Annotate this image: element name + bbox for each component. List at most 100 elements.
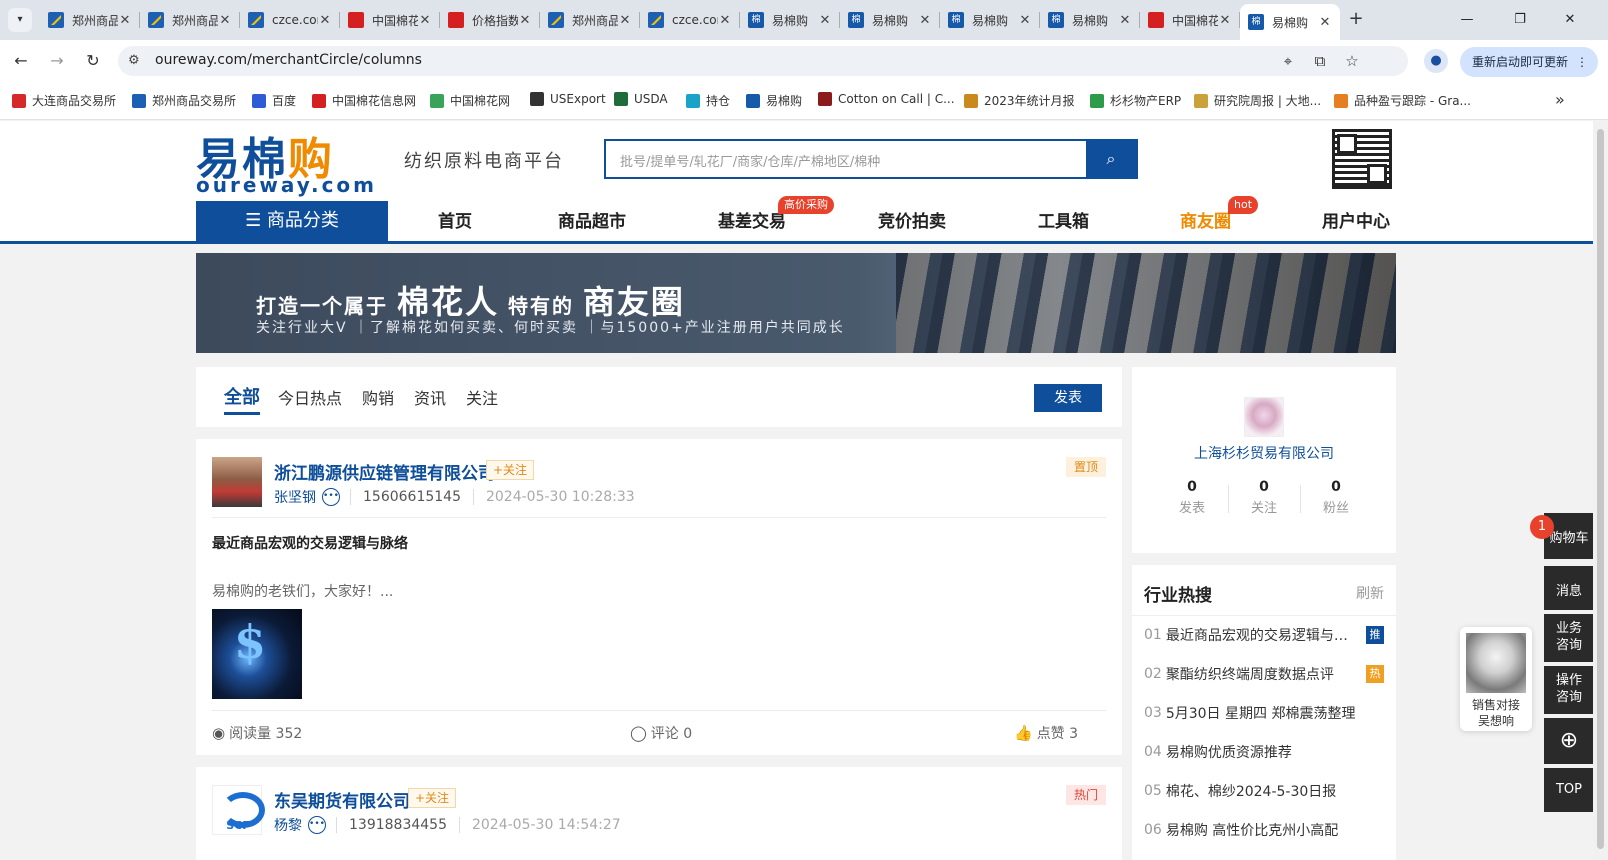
tab-close-icon[interactable]: ✕ xyxy=(1318,15,1332,30)
business-consult-button[interactable]: 业务咨询 xyxy=(1544,614,1593,662)
stat-following[interactable]: 0 关注 xyxy=(1228,479,1300,516)
browser-tab[interactable]: 棉易棉购 ✕ xyxy=(1040,6,1140,34)
stat-posts[interactable]: 0 发表 xyxy=(1156,479,1228,516)
minimize-button[interactable]: — xyxy=(1452,8,1482,32)
tab-close-icon[interactable]: ✕ xyxy=(118,13,132,28)
browser-tab[interactable]: 棉易棉购 ✕ xyxy=(840,6,940,34)
bookmark-item[interactable]: 品种盈亏跟踪 - Gra... xyxy=(1334,92,1471,109)
author-avatar[interactable] xyxy=(212,785,265,835)
chat-icon[interactable]: ••• xyxy=(308,816,326,834)
browser-tab[interactable]: czce.com.cn✕ xyxy=(640,6,740,34)
tab-following[interactable]: 关注 xyxy=(466,385,498,409)
new-tab-button[interactable]: + xyxy=(1344,8,1368,32)
bookmark-item[interactable]: 研究院周报 | 大地... xyxy=(1194,92,1321,109)
browser-tab[interactable]: 郑州商品交易所✕ xyxy=(540,6,640,34)
search-button[interactable]: ⌕ xyxy=(1086,141,1136,177)
author-avatar[interactable] xyxy=(212,457,262,507)
browser-tab[interactable]: 郑州商品交易所✕ xyxy=(140,6,240,34)
tab-close-icon[interactable]: ✕ xyxy=(218,13,232,28)
browser-tab[interactable]: 中国棉花信息网✕ xyxy=(340,6,440,34)
stat-fans[interactable]: 0 粉丝 xyxy=(1300,479,1372,516)
tab-all[interactable]: 全部 xyxy=(224,383,260,415)
browser-tab[interactable]: czce.com.cn✕ xyxy=(240,6,340,34)
post-button[interactable]: 发表 xyxy=(1034,384,1102,412)
maximize-button[interactable]: ❐ xyxy=(1505,8,1535,32)
bookmark-item[interactable]: 杉杉物产ERP xyxy=(1090,92,1181,109)
reload-button[interactable]: ↻ xyxy=(82,50,104,72)
bookmark-item[interactable]: USExport xyxy=(530,92,606,106)
tab-close-icon[interactable]: ✕ xyxy=(518,13,532,28)
tab-close-icon[interactable]: ✕ xyxy=(618,13,632,28)
tab-close-icon[interactable]: ✕ xyxy=(318,13,332,28)
message-button[interactable]: 消息 xyxy=(1544,566,1593,610)
nav-home[interactable]: 首页 xyxy=(438,207,472,232)
profile-name[interactable]: 上海杉杉贸易有限公司 xyxy=(1132,443,1396,463)
bookmark-item[interactable]: 易棉购 xyxy=(746,92,802,109)
nav-auction[interactable]: 竞价拍卖 xyxy=(878,207,946,232)
author-name[interactable]: 杨黎 xyxy=(274,815,302,835)
browser-tab[interactable]: 棉易棉购 ✕ xyxy=(740,6,840,34)
back-button[interactable]: ← xyxy=(10,50,32,72)
tab-search-dropdown-icon[interactable]: ▾ xyxy=(8,8,32,32)
hot-search-item[interactable]: 05 棉花、棉纱2024-5-30日报 xyxy=(1144,781,1384,801)
zoom-search-icon[interactable]: ⊕ xyxy=(1544,718,1593,764)
browser-tab[interactable]: 郑州商品交易所✕ xyxy=(40,6,140,34)
company-name[interactable]: 浙江鹏源供应链管理有限公司 xyxy=(274,459,495,484)
company-name[interactable]: 东吴期货有限公司 xyxy=(274,787,410,812)
omnibox[interactable]: ⚙ oureway.com/merchantCircle/columns ⌖ ⧉… xyxy=(118,46,1408,76)
hot-search-item[interactable]: 04 易棉购优质资源推荐 xyxy=(1144,742,1384,762)
company-avatar[interactable] xyxy=(1244,397,1284,437)
hot-search-item[interactable]: 06 易棉购 高性价比克州小高配 xyxy=(1144,820,1384,840)
post-title[interactable]: 最近商品宏观的交易逻辑与脉络 xyxy=(212,533,408,553)
refresh-button[interactable]: 刷新 xyxy=(1356,583,1384,603)
tab-close-icon[interactable]: ✕ xyxy=(718,13,732,28)
bookmarks-overflow-icon[interactable]: » xyxy=(1555,90,1565,109)
browser-tab[interactable]: 价格指数 ✕ xyxy=(440,6,540,34)
browser-tab[interactable]: 棉易棉购 ✕ xyxy=(940,6,1040,34)
post-excerpt[interactable]: 易棉购的老铁们，大家好！... xyxy=(212,581,393,601)
operation-consult-button[interactable]: 操作咨询 xyxy=(1544,666,1593,714)
bookmark-item[interactable]: 大连商品交易所 xyxy=(12,92,116,109)
category-menu-button[interactable]: ☰ 商品分类 xyxy=(196,201,388,241)
bookmark-item[interactable]: 郑州商品交易所 xyxy=(132,92,236,109)
nav-supermarket[interactable]: 商品超市 xyxy=(558,207,626,232)
bookmark-item[interactable]: 中国棉花网 xyxy=(430,92,510,109)
bookmark-item[interactable]: 2023年统计月报 xyxy=(964,92,1075,109)
chat-icon[interactable]: ••• xyxy=(322,488,340,506)
page-scrollbar[interactable] xyxy=(1593,121,1608,860)
tab-close-icon[interactable]: ✕ xyxy=(1118,13,1132,28)
install-app-icon[interactable]: ⧉ xyxy=(1310,51,1330,71)
tab-news[interactable]: 资讯 xyxy=(414,385,446,409)
bookmark-item[interactable]: USDA xyxy=(614,92,668,106)
bookmark-star-icon[interactable]: ☆ xyxy=(1342,51,1362,71)
browser-tab[interactable]: 棉易棉购 ✕ xyxy=(1240,4,1340,40)
author-name[interactable]: 张坚钢 xyxy=(274,487,316,507)
profile-avatar-icon[interactable]: ● xyxy=(1424,49,1448,73)
nav-user-center[interactable]: 用户中心 xyxy=(1322,207,1390,232)
hot-search-item[interactable]: 03 5月30日 星期四 郑棉震荡整理 xyxy=(1144,703,1384,723)
tab-close-icon[interactable]: ✕ xyxy=(818,13,832,28)
browser-tab[interactable]: 中国棉花信息网✕ xyxy=(1140,6,1240,34)
location-icon[interactable]: ⌖ xyxy=(1278,51,1298,71)
forward-button[interactable]: → xyxy=(46,50,68,72)
tab-close-icon[interactable]: ✕ xyxy=(918,13,932,28)
comments-stat[interactable]: ◯ 评论 0 xyxy=(630,723,692,743)
likes-stat[interactable]: 👍 点赞 3 xyxy=(1014,723,1078,743)
bookmark-item[interactable]: 中国棉花信息网 xyxy=(312,92,416,109)
update-button[interactable]: 重新启动即可更新 ⋮ xyxy=(1460,47,1598,77)
post-thumbnail[interactable]: $ xyxy=(212,609,302,699)
back-to-top-button[interactable]: TOP xyxy=(1544,768,1593,812)
nav-merchant-circle[interactable]: 商友圈 xyxy=(1180,207,1231,232)
site-search[interactable]: 批号/提单号/轧花厂/商家/仓库/产棉地区/棉种 ⌕ xyxy=(604,139,1138,179)
tab-close-icon[interactable]: ✕ xyxy=(418,13,432,28)
follow-button[interactable]: +关注 xyxy=(486,460,535,480)
scrollbar-thumb[interactable] xyxy=(1597,129,1604,849)
hot-search-item[interactable]: 02 聚酯纺织终端周度数据点评 热 xyxy=(1144,664,1384,684)
tab-today-hot[interactable]: 今日热点 xyxy=(278,385,342,409)
bookmark-item[interactable]: 持仓 xyxy=(686,92,730,109)
site-info-icon[interactable]: ⚙ xyxy=(128,53,140,68)
nav-basis-trade[interactable]: 基差交易 xyxy=(718,207,786,232)
menu-dots-icon[interactable]: ⋮ xyxy=(1576,47,1588,77)
bookmark-item[interactable]: Cotton on Call | C... xyxy=(818,92,955,106)
bookmark-item[interactable]: 百度 xyxy=(252,92,296,109)
